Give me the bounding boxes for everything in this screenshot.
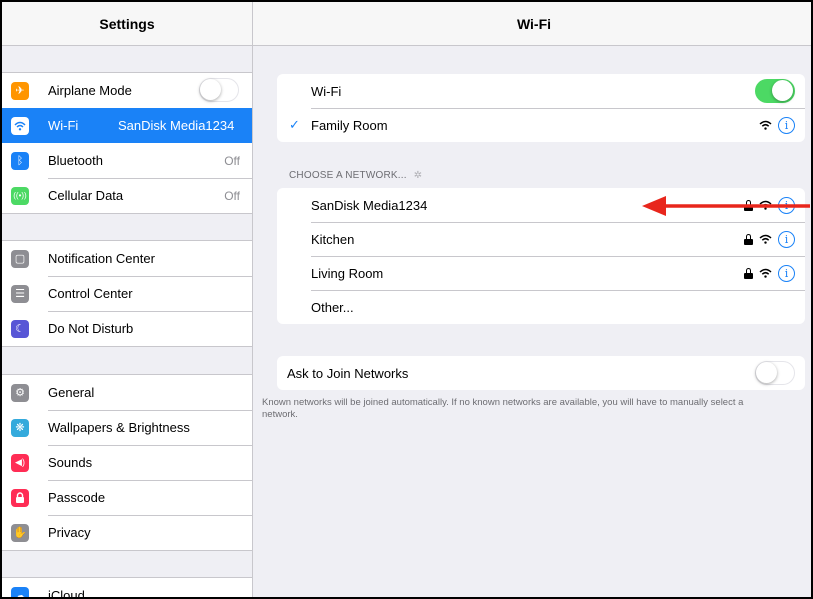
loading-spinner-icon: ✲ — [413, 170, 423, 181]
wifi-toggle-row: Wi-Fi — [277, 74, 805, 108]
current-network-value: SanDisk Media1234 — [118, 118, 235, 133]
lock-icon — [744, 267, 753, 279]
toggle-knob — [772, 80, 793, 101]
lock-icon — [744, 233, 753, 245]
network-status-icons: i — [744, 264, 795, 282]
sidebar-item-notification-center[interactable]: ▢ Notification Center — [2, 241, 252, 276]
network-name: Living Room — [311, 265, 384, 281]
sidebar-item-control-center[interactable]: ☰ Control Center — [2, 276, 252, 311]
sidebar-item-wifi[interactable]: Wi-Fi SanDisk Media1234 — [2, 108, 252, 143]
sidebar-item-label: Wi-Fi — [48, 118, 79, 133]
sidebar-title: Settings — [2, 2, 252, 46]
passcode-lock-icon — [11, 488, 29, 507]
notification-center-icon: ▢ — [11, 249, 29, 268]
sidebar-group-notifications: ▢ Notification Center ☰ Control Center ☾… — [2, 240, 252, 347]
sidebar-item-cellular-data[interactable]: ((•)) Cellular Data Off — [2, 178, 252, 213]
info-icon[interactable]: i — [778, 116, 795, 134]
screen: Settings ✈ Airplane Mode Wi-Fi SanDisk M… — [0, 0, 813, 599]
sidebar-group-accounts: ☁ iCloud — [2, 577, 252, 599]
gear-icon: ⚙ — [11, 383, 29, 402]
sidebar-item-bluetooth[interactable]: ᛒ Bluetooth Off — [2, 143, 252, 178]
sidebar-item-label: Sounds — [48, 455, 93, 470]
sidebar-item-wallpapers-brightness[interactable]: ❋ Wallpapers & Brightness — [2, 410, 252, 445]
network-row-other[interactable]: Other... — [277, 290, 805, 324]
toggle-knob — [756, 362, 777, 383]
bluetooth-icon: ᛒ — [11, 151, 29, 170]
choose-network-header: CHOOSE A NETWORK... ✲ — [289, 170, 422, 181]
sidebar-item-label: Do Not Disturb — [48, 321, 134, 336]
sidebar-item-label: iCloud — [48, 588, 85, 599]
speaker-icon: ◀) — [11, 453, 29, 472]
sidebar-item-label: Cellular Data — [48, 188, 124, 203]
moon-icon: ☾ — [11, 319, 29, 338]
ask-join-row: Ask to Join Networks — [277, 356, 805, 390]
network-row-kitchen[interactable]: Kitchen i — [277, 222, 805, 256]
privacy-hand-icon: ✋ — [11, 523, 29, 542]
wifi-signal-icon — [759, 120, 772, 130]
sidebar-item-general[interactable]: ⚙ General — [2, 375, 252, 410]
sidebar-item-passcode[interactable]: Passcode — [2, 480, 252, 515]
annotation-arrow — [642, 196, 810, 216]
wifi-label: Wi-Fi — [311, 83, 342, 99]
toggle-knob — [200, 79, 221, 100]
wifi-signal-icon — [759, 268, 772, 278]
sidebar-item-do-not-disturb[interactable]: ☾ Do Not Disturb — [2, 311, 252, 346]
airplane-mode-toggle[interactable] — [199, 78, 239, 102]
sidebar-item-label: Bluetooth — [48, 153, 103, 168]
wallpaper-icon: ❋ — [11, 418, 29, 437]
bluetooth-status: Off — [224, 153, 240, 168]
sidebar-item-airplane-mode[interactable]: ✈ Airplane Mode — [2, 73, 252, 108]
sidebar-item-label: Wallpapers & Brightness — [48, 420, 190, 435]
info-icon[interactable]: i — [778, 230, 795, 248]
detail-title: Wi-Fi — [253, 2, 811, 46]
sidebar-item-label: Airplane Mode — [48, 83, 132, 98]
sidebar-item-icloud[interactable]: ☁ iCloud — [2, 578, 252, 599]
ask-join-label: Ask to Join Networks — [287, 365, 409, 381]
ask-join-group: Ask to Join Networks — [277, 356, 805, 390]
sidebar-item-label: General — [48, 385, 95, 400]
sidebar-item-label: Passcode — [48, 490, 106, 505]
network-row-living-room[interactable]: Living Room i — [277, 256, 805, 290]
sidebar-item-label: Privacy — [48, 525, 91, 540]
ask-join-footnote: Known networks will be joined automatica… — [262, 397, 744, 420]
wifi-icon — [11, 116, 29, 135]
network-name: Kitchen — [311, 231, 355, 247]
wifi-toggle[interactable] — [755, 79, 795, 103]
sidebar-item-privacy[interactable]: ✋ Privacy — [2, 515, 252, 550]
settings-sidebar: Settings ✈ Airplane Mode Wi-Fi SanDisk M… — [2, 2, 253, 599]
ask-join-toggle[interactable] — [755, 361, 795, 385]
other-network-label: Other... — [311, 299, 354, 315]
sidebar-group-connectivity: ✈ Airplane Mode Wi-Fi SanDisk Media1234 … — [2, 72, 252, 214]
sidebar-item-label: Notification Center — [48, 251, 155, 266]
cellular-icon: ((•)) — [11, 186, 29, 205]
choose-network-label: CHOOSE A NETWORK... — [289, 170, 407, 181]
network-status-icons: i — [744, 230, 795, 248]
control-center-icon: ☰ — [11, 284, 29, 303]
checkmark-icon: ✓ — [289, 117, 300, 132]
wifi-status-group: Wi-Fi ✓ Family Room i — [277, 74, 805, 142]
sidebar-item-label: Control Center — [48, 286, 133, 301]
icloud-icon: ☁ — [11, 586, 29, 597]
wifi-signal-icon — [759, 234, 772, 244]
wifi-detail-pane: Wi-Fi Wi-Fi ✓ Family Room i CHOOSE A NET… — [253, 2, 811, 597]
sidebar-group-general: ⚙ General ❋ Wallpapers & Brightness ◀) S… — [2, 374, 252, 551]
info-icon[interactable]: i — [778, 264, 795, 282]
network-name: SanDisk Media1234 — [311, 197, 428, 213]
sidebar-item-sounds[interactable]: ◀) Sounds — [2, 445, 252, 480]
airplane-icon: ✈ — [11, 81, 29, 100]
cellular-status: Off — [224, 188, 240, 203]
connected-network-row[interactable]: ✓ Family Room i — [277, 108, 805, 142]
connected-network-name: Family Room — [311, 117, 388, 133]
network-status-icons: i — [759, 116, 795, 134]
